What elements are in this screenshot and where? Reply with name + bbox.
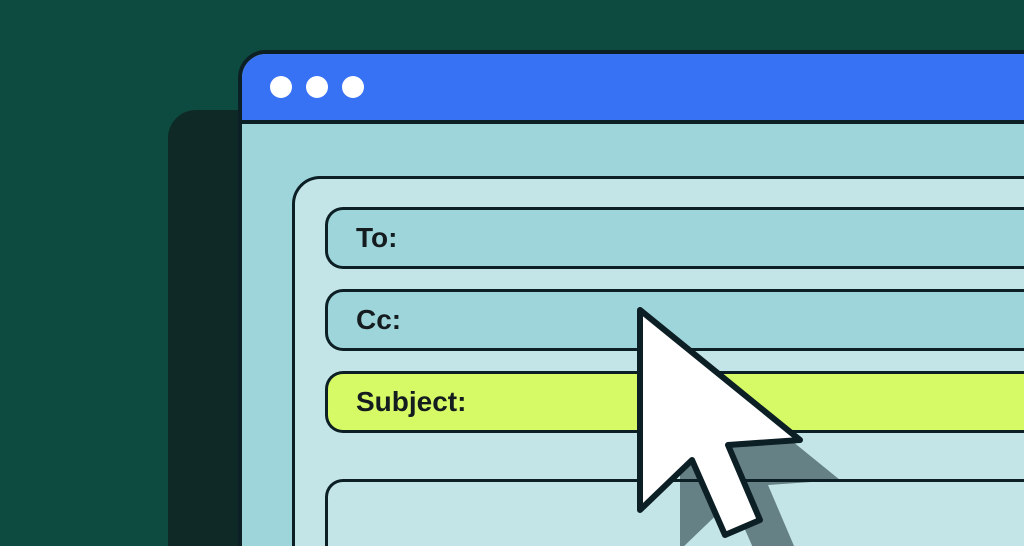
close-icon[interactable]: [270, 76, 292, 98]
cursor-icon: [620, 300, 840, 546]
to-field[interactable]: To:: [325, 207, 1024, 269]
to-label: To:: [356, 222, 397, 254]
illustration-stage: To: Cc: Subject:: [0, 0, 1024, 546]
minimize-icon[interactable]: [306, 76, 328, 98]
maximize-icon[interactable]: [342, 76, 364, 98]
subject-label: Subject:: [356, 386, 466, 418]
cc-label: Cc:: [356, 304, 401, 336]
window-titlebar: [242, 54, 1024, 124]
